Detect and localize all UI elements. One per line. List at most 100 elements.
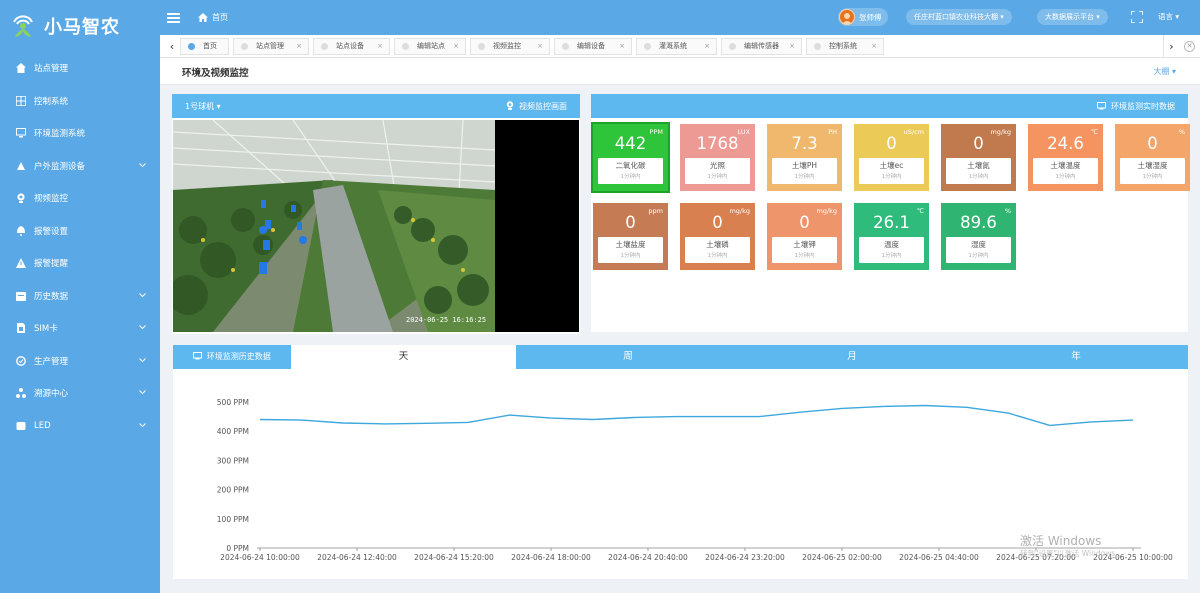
sensor-card[interactable]: uS/cm 0 土壤ec 1分钟内 xyxy=(854,124,929,191)
sensor-label: 土壤氮 xyxy=(967,161,990,170)
sensor-card[interactable]: mg/kg 0 土壤磷 1分钟内 xyxy=(680,203,755,270)
tabs-scroll-right-icon[interactable]: › xyxy=(1163,35,1179,58)
sidebar-item-9[interactable]: 生产管理 xyxy=(0,345,160,378)
sidebar-item-label: 环境监测系统 xyxy=(34,129,86,140)
sensor-value: 26.1 xyxy=(873,213,910,232)
logo-icon xyxy=(12,13,34,39)
sensor-updated: 1分钟内 xyxy=(620,253,641,259)
sidebar-item-label: 站点管理 xyxy=(34,64,69,75)
close-icon[interactable]: × xyxy=(619,39,625,54)
led-icon xyxy=(16,421,26,431)
sensor-label: 土壤钾 xyxy=(793,240,816,249)
tab-0[interactable]: 首页 xyxy=(180,38,229,55)
user-menu[interactable]: 张师傅 xyxy=(838,8,888,26)
caret-down-icon: ▾ xyxy=(1096,13,1100,21)
tab-week-label: 周 xyxy=(623,351,633,362)
sidebar-item-0[interactable]: 站点管理 xyxy=(0,52,160,85)
tab-month[interactable]: 月 xyxy=(740,345,964,369)
greenhouse-selector[interactable]: 大棚 ▾ xyxy=(1153,66,1176,77)
warning-icon xyxy=(16,258,26,269)
sensor-card[interactable]: PH 7.3 土壤PH 1分钟内 xyxy=(767,124,842,191)
tab-status-dot xyxy=(188,43,195,50)
fullscreen-icon[interactable] xyxy=(1130,10,1144,24)
tab-6[interactable]: 灌溉系统 × xyxy=(636,38,717,55)
realtime-title-text: 环境监测实时数据 xyxy=(1111,102,1175,111)
tab-label: 编辑设备 xyxy=(577,42,605,50)
sensor-value: 442 xyxy=(614,134,647,153)
tabs-scroll-left-icon[interactable]: ‹ xyxy=(164,35,180,58)
bigscreen-selector[interactable]: 大数据展示平台 ▾ xyxy=(1037,9,1108,25)
tab-1[interactable]: 站点管理 × xyxy=(233,38,309,55)
sidebar-item-1[interactable]: 控制系统 xyxy=(0,85,160,118)
sensor-card[interactable]: mg/kg 0 土壤钾 1分钟内 xyxy=(767,203,842,270)
sidebar-item-6[interactable]: 报警提醒 xyxy=(0,247,160,280)
menu-toggle-icon[interactable] xyxy=(167,12,180,23)
sensor-label-box: 土壤盐度 1分钟内 xyxy=(598,237,663,263)
sensor-updated: 1分钟内 xyxy=(794,174,815,180)
tab-status-dot xyxy=(729,43,736,50)
sensor-label-box: 光照 1分钟内 xyxy=(685,158,750,184)
close-icon[interactable]: × xyxy=(871,39,877,54)
camera-selector[interactable]: 1号球机 ▾ xyxy=(185,101,221,112)
tab-month-label: 月 xyxy=(847,351,857,362)
tab-4[interactable]: 视频监控 × xyxy=(470,38,550,55)
close-icon[interactable]: × xyxy=(296,39,302,54)
tab-5[interactable]: 编辑设备 × xyxy=(554,38,632,55)
sensor-label-box: 二氧化碳 1分钟内 xyxy=(598,158,663,184)
production-icon xyxy=(16,355,26,366)
sidebar-item-4[interactable]: 视频监控 xyxy=(0,182,160,215)
tab-7[interactable]: 编辑传感器 × xyxy=(721,38,802,55)
x-tick-label: 2024-06-24 15:20:00 xyxy=(414,553,494,562)
sidebar-item-8[interactable]: SIM卡 xyxy=(0,312,160,345)
chevron-down-icon xyxy=(139,356,146,366)
history-icon xyxy=(16,291,26,301)
tab-bar: ‹ 首页 站点管理 × 站点设备 × 编辑站点 × 视频监控 × 编辑设备 × 灌溉系统 × 编辑传感器 ×… xyxy=(160,35,1200,58)
sensor-value: 24.6 xyxy=(1047,134,1084,153)
tab-year[interactable]: 年 xyxy=(964,345,1188,369)
close-icon[interactable]: × xyxy=(704,39,710,54)
sensor-card[interactable]: mg/kg 0 土壤氮 1分钟内 xyxy=(941,124,1016,191)
logo[interactable]: 小马智农 xyxy=(0,0,160,52)
breadcrumb[interactable]: 首页 xyxy=(198,12,228,23)
sensor-label-box: 土壤PH 1分钟内 xyxy=(772,158,837,184)
close-icon[interactable]: × xyxy=(537,39,543,54)
sensor-value: 0 xyxy=(886,134,897,153)
sidebar-item-label: 户外监测设备 xyxy=(34,161,86,172)
sidebar-item-10[interactable]: 溯源中心 xyxy=(0,377,160,410)
sensor-card[interactable]: ppm 0 土壤盐度 1分钟内 xyxy=(593,203,668,270)
sensor-card[interactable]: ℃ 26.1 温度 1分钟内 xyxy=(854,203,929,270)
watermark-text: 转到"设置"以激活 Windows。 xyxy=(1020,549,1123,558)
sidebar-item-11[interactable]: LED xyxy=(0,410,160,443)
sidebar-item-7[interactable]: 历史数据 xyxy=(0,280,160,313)
x-tick-label: 2024-06-25 04:40:00 xyxy=(899,553,979,562)
sensor-card[interactable]: ℃ 24.6 土壤温度 1分钟内 xyxy=(1028,124,1103,191)
tab-label: 视频监控 xyxy=(493,42,521,50)
tab-3[interactable]: 编辑站点 × xyxy=(394,38,466,55)
sensor-card[interactable]: % 0 土壤湿度 1分钟内 xyxy=(1115,124,1190,191)
sensor-card[interactable]: LUX 1768 光照 1分钟内 xyxy=(680,124,755,191)
tab-label: 编辑站点 xyxy=(417,42,445,50)
org-selector[interactable]: 任庄村蓝口镇农业科技大棚 ▾ xyxy=(906,9,1012,25)
sidebar-item-3[interactable]: 户外监测设备 xyxy=(0,150,160,183)
close-icon[interactable]: × xyxy=(377,39,383,54)
tab-status-dot xyxy=(241,43,248,50)
tab-day[interactable]: 天 xyxy=(291,345,516,369)
camera-icon xyxy=(507,101,514,110)
tab-8[interactable]: 控制系统 × xyxy=(806,38,884,55)
sensor-label: 温度 xyxy=(884,240,899,249)
chevron-down-icon xyxy=(139,421,146,431)
tab-2[interactable]: 站点设备 × xyxy=(313,38,390,55)
close-icon[interactable]: × xyxy=(789,39,795,54)
language-selector[interactable]: 语言 ▾ xyxy=(1158,11,1179,22)
sensor-value: 1768 xyxy=(696,134,739,153)
sidebar-item-2[interactable]: 环境监测系统 xyxy=(0,117,160,150)
sensor-card[interactable]: % 89.6 湿度 1分钟内 xyxy=(941,203,1016,270)
sensor-card[interactable]: PPM 442 二氧化碳 1分钟内 xyxy=(591,122,670,193)
video-player[interactable]: 2024-06-25 16:16:25 xyxy=(173,120,579,332)
sensor-label: 土壤湿度 xyxy=(1137,161,1168,170)
close-all-tabs-icon[interactable]: ✕ xyxy=(1184,41,1195,52)
close-icon[interactable]: × xyxy=(453,39,459,54)
sidebar-item-5[interactable]: 报警设置 xyxy=(0,215,160,248)
tab-week[interactable]: 周 xyxy=(516,345,740,369)
caret-down-icon: ▾ xyxy=(1000,13,1004,21)
